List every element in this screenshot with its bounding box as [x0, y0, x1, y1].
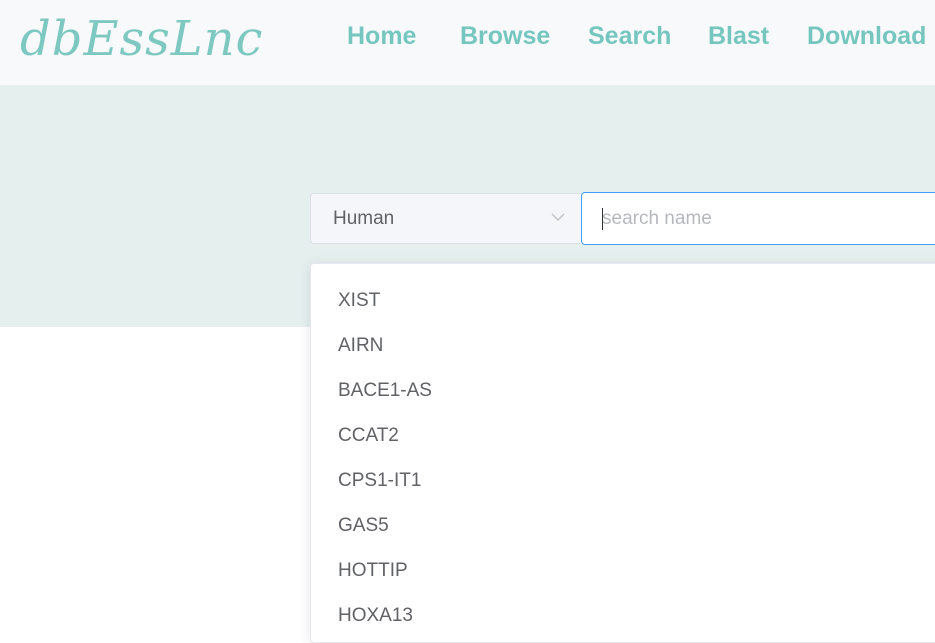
suggestion-item[interactable]: BACE1-AS: [311, 368, 935, 413]
nav-browse[interactable]: Browse: [460, 22, 550, 51]
text-cursor: [602, 208, 603, 230]
suggestion-list: XIST AIRN BACE1-AS CCAT2 CPS1-IT1 GAS5 H…: [311, 264, 935, 638]
suggestion-item[interactable]: HOTTIP: [311, 548, 935, 593]
nav-blast[interactable]: Blast: [708, 22, 769, 51]
suggestion-dropdown: XIST AIRN BACE1-AS CCAT2 CPS1-IT1 GAS5 H…: [310, 263, 935, 643]
suggestion-item[interactable]: XIST: [311, 278, 935, 323]
species-select[interactable]: Human: [310, 193, 581, 244]
suggestion-item[interactable]: CCAT2: [311, 413, 935, 458]
suggestion-item[interactable]: CPS1-IT1: [311, 458, 935, 503]
search-name-input[interactable]: [581, 192, 935, 245]
nav-home[interactable]: Home: [347, 22, 416, 51]
nav-search[interactable]: Search: [588, 22, 671, 51]
suggestion-item[interactable]: HOXA13: [311, 593, 935, 638]
site-logo[interactable]: dbEssLnc: [20, 4, 263, 74]
suggestion-item[interactable]: GAS5: [311, 503, 935, 548]
suggestion-item[interactable]: AIRN: [311, 323, 935, 368]
nav-download[interactable]: Download: [807, 22, 926, 51]
site-header: dbEssLnc Home Browse Search Blast Downlo…: [0, 0, 935, 85]
chevron-down-icon: [551, 210, 565, 224]
species-select-value: Human: [333, 208, 395, 229]
